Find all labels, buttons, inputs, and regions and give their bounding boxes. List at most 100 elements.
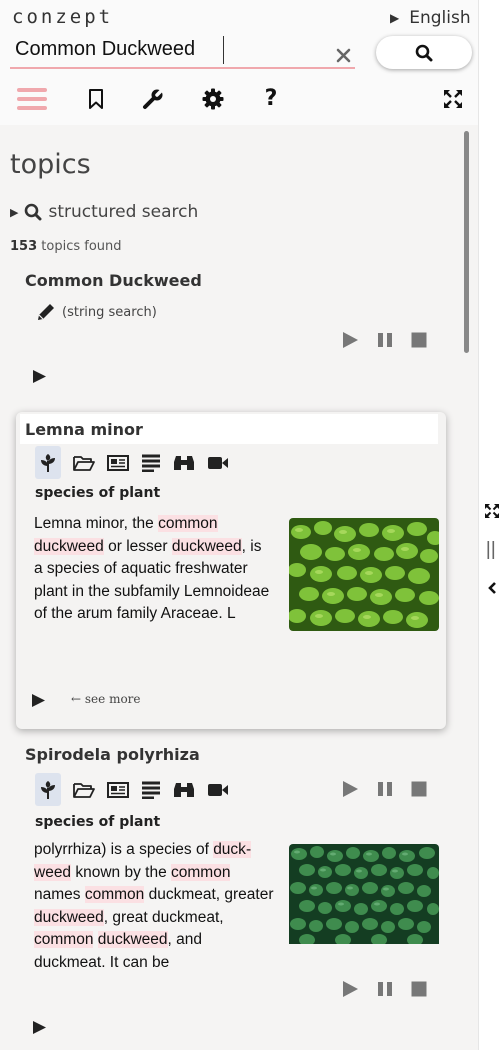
align-justify-icon <box>142 454 160 472</box>
language-label: English <box>409 8 471 28</box>
duckweed-image <box>289 518 439 631</box>
pause-button[interactable] <box>377 981 393 997</box>
query-title[interactable]: Common Duckweed <box>25 271 202 290</box>
media-controls <box>342 331 427 349</box>
triangle-right-icon: ▶ <box>10 205 19 219</box>
wrench-icon <box>143 88 164 109</box>
string-search-label: (string search) <box>62 304 157 320</box>
result-description: polyrrhiza) is a species of duck­weed kn… <box>34 839 274 975</box>
expand-icon <box>444 90 462 108</box>
list-button[interactable] <box>141 454 161 472</box>
app-logo[interactable]: conzept <box>12 6 113 28</box>
pencil-icon <box>38 304 54 320</box>
play-icon <box>343 781 358 797</box>
clear-search-button[interactable] <box>336 44 351 68</box>
stop-icon <box>411 981 427 997</box>
tools-button[interactable] <box>140 86 166 112</box>
result-title[interactable]: Lemna minor <box>25 420 143 439</box>
fullscreen-button[interactable] <box>440 86 466 112</box>
structured-search-toggle[interactable]: ▶ structured search <box>10 202 198 222</box>
video-camera-icon <box>208 456 228 469</box>
folder-button[interactable] <box>73 454 95 472</box>
play-button[interactable] <box>342 980 359 998</box>
string-search-row[interactable]: (string search) <box>36 302 157 322</box>
menu-icon <box>17 88 47 110</box>
results-count-label: topics found <box>37 239 122 254</box>
description-text: Lemna minor, the <box>34 515 159 532</box>
play-button[interactable] <box>342 780 359 798</box>
search-highlight: common <box>84 886 145 904</box>
newspaper-icon <box>107 454 129 471</box>
scrollbar[interactable] <box>464 131 469 353</box>
search-input[interactable] <box>15 34 315 64</box>
video-camera-icon <box>208 783 228 796</box>
result-type: species of plant <box>35 485 161 501</box>
topics-heading: topics <box>10 149 91 180</box>
binoculars-icon <box>174 455 194 470</box>
newspaper-icon <box>107 781 129 798</box>
play-icon <box>343 981 358 997</box>
description-text: polyrrhiza) is a species of <box>34 841 214 858</box>
description-text: duckmeat, greater <box>144 886 274 904</box>
pause-icon <box>378 982 392 996</box>
play-icon[interactable] <box>32 1020 47 1035</box>
search-highlight: common <box>171 863 231 881</box>
play-icon <box>343 332 358 348</box>
bookmark-button[interactable] <box>83 86 109 112</box>
help-button[interactable]: ? <box>258 86 284 112</box>
video-button[interactable] <box>207 455 229 471</box>
result-description: Lemna minor, the common duckweed or less… <box>34 513 274 626</box>
topics-panel: topics ▶ structured search 153 topics fo… <box>0 125 460 1050</box>
pause-button[interactable] <box>377 781 393 797</box>
search-button[interactable] <box>376 36 472 69</box>
stop-button[interactable] <box>411 332 427 348</box>
explore-button[interactable] <box>173 454 195 472</box>
settings-button[interactable] <box>200 86 226 112</box>
description-text: names <box>34 886 85 904</box>
result-title[interactable]: Spirodela polyrhiza <box>25 745 200 764</box>
result-thumbnail[interactable] <box>289 844 439 957</box>
search-highlight: duckweed <box>97 931 168 949</box>
article-button[interactable] <box>107 454 129 472</box>
binoculars-icon <box>174 782 194 797</box>
play-icon[interactable] <box>31 693 46 708</box>
result-icon-row <box>35 446 241 479</box>
play-icon[interactable] <box>32 369 47 384</box>
result-type: species of plant <box>35 814 161 830</box>
search-highlight: common <box>158 515 218 532</box>
drag-handle-icon[interactable] <box>486 540 496 560</box>
folder-button[interactable] <box>73 781 95 799</box>
video-button[interactable] <box>207 782 229 798</box>
result-media-controls <box>342 780 427 798</box>
pause-button[interactable] <box>377 332 393 348</box>
side-panel-strip <box>478 0 503 1050</box>
stop-button[interactable] <box>411 781 427 797</box>
plant-icon <box>41 780 55 799</box>
structured-search-label: structured search <box>48 202 199 222</box>
search-highlight: duckweed <box>34 908 104 926</box>
menu-button[interactable] <box>17 86 47 112</box>
search-highlight: common <box>34 931 94 949</box>
bookmark-icon <box>89 89 103 109</box>
result-thumbnail[interactable] <box>289 518 439 631</box>
see-more-link[interactable]: ← see more <box>71 692 141 706</box>
plant-icon <box>41 453 55 472</box>
chevron-left-icon[interactable] <box>487 581 497 595</box>
language-selector[interactable]: ▶ English <box>390 8 471 28</box>
see-more-label: see more <box>84 692 141 706</box>
result-card: Lemna minor species of plant Lemna minor… <box>16 412 446 797</box>
results-count-number: 153 <box>10 239 38 254</box>
play-button[interactable] <box>342 331 359 349</box>
article-button[interactable] <box>107 781 129 799</box>
description-text: or lesser <box>103 537 172 555</box>
text-caret <box>223 36 224 64</box>
arrow-left-icon: ← <box>71 692 82 706</box>
duckweed-image <box>289 844 439 946</box>
explore-button[interactable] <box>173 781 195 799</box>
stop-button[interactable] <box>411 981 427 997</box>
list-button[interactable] <box>141 781 161 799</box>
taxon-button[interactable] <box>35 773 61 806</box>
folder-open-icon <box>73 455 95 471</box>
expand-icon[interactable] <box>484 503 500 519</box>
taxon-button[interactable] <box>35 446 61 479</box>
